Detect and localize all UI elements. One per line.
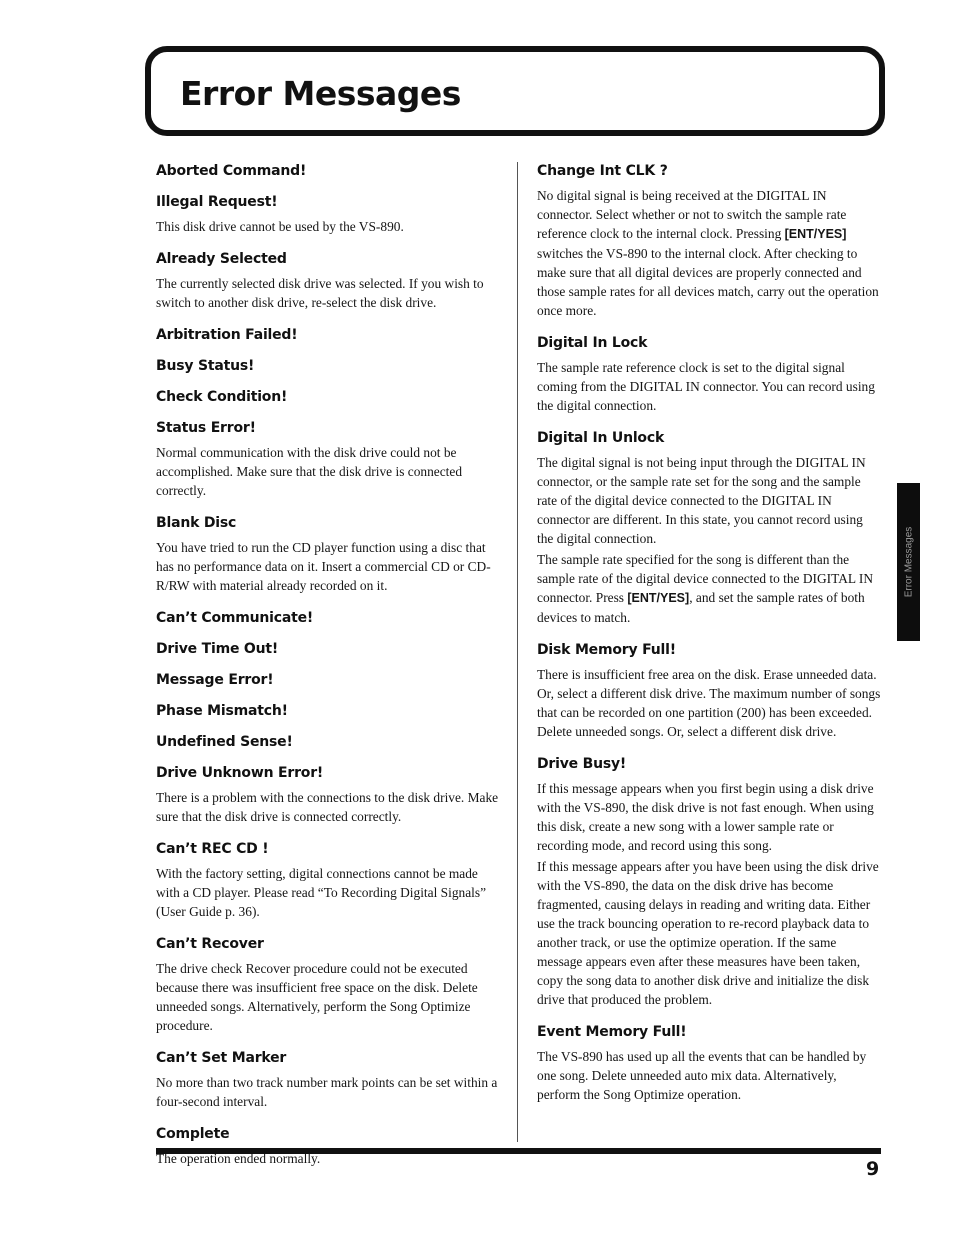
error-entry: Can’t Communicate! Drive Time Out! Message… [156, 605, 501, 826]
error-heading: Digital In Unlock [537, 430, 665, 446]
error-description: There is insufficient free area on the d… [537, 665, 882, 741]
error-entry: Can’t Set Marker No more than two track n… [156, 1045, 501, 1111]
left-column: Aborted Command! Illegal Request! This dis… [156, 158, 501, 1178]
error-entry: Can’t REC CD ! With the factory setting, … [156, 836, 501, 921]
error-description: The currently selected disk drive was se… [156, 276, 484, 310]
description-text: There is insufficient free area on the d… [537, 667, 881, 739]
footer-rule [156, 1148, 881, 1154]
error-description: With the factory setting, digital connec… [156, 866, 487, 919]
error-description: Normal communication with the disk drive… [156, 445, 463, 498]
error-entry: Drive Busy! If this message appears when … [537, 751, 882, 1009]
description-text: The sample rate reference clock is set t… [537, 360, 875, 413]
description-text: The VS-890 has used up all the events th… [537, 1049, 867, 1102]
error-heading: Status Error! [156, 420, 256, 436]
error-description: If this message appears after you have b… [537, 857, 882, 1009]
error-description: The VS-890 has used up all the events th… [537, 1047, 882, 1104]
error-entry: Complete The operation ended normally. [156, 1121, 501, 1168]
error-heading: Digital In Lock [537, 335, 648, 351]
error-heading: Check Condition! [156, 389, 288, 405]
error-entry: Digital In Unlock The digital signal is n… [537, 425, 882, 627]
error-entry: Blank Disc You have tried to run the CD p… [156, 510, 501, 595]
error-entry: Can’t Recover The drive check Recover pro… [156, 931, 501, 1035]
description-text: switches the VS-890 to the internal cloc… [537, 246, 879, 318]
error-heading: Illegal Request! [156, 194, 278, 210]
error-entry: Arbitration Failed! Busy Status! Check Con… [156, 322, 501, 500]
error-heading: Event Memory Full! [537, 1024, 687, 1040]
error-heading: Drive Unknown Error! [156, 765, 324, 781]
error-heading: Message Error! [156, 672, 274, 688]
error-entry: Aborted Command! Illegal Request! This dis… [156, 158, 501, 236]
right-column: Change Int CLK ? No digital signal is bei… [537, 158, 882, 1114]
description-text: The digital signal is not being input th… [537, 455, 866, 546]
error-heading: Can’t Recover [156, 936, 264, 952]
error-description: The drive check Recover procedure could … [156, 961, 478, 1033]
page-title: Error Messages [180, 74, 461, 113]
error-heading: Disk Memory Full! [537, 642, 676, 658]
error-description: No more than two track number mark point… [156, 1075, 498, 1109]
error-description: The digital signal is not being input th… [537, 453, 882, 548]
error-heading: Undefined Sense! [156, 734, 293, 750]
error-entry: Event Memory Full! The VS-890 has used up… [537, 1019, 882, 1104]
error-description: There is a problem with the connections … [156, 790, 499, 824]
error-heading: Can’t REC CD ! [156, 841, 269, 857]
error-description: The sample rate specified for the song i… [537, 550, 882, 627]
error-entry: Change Int CLK ? No digital signal is bei… [537, 158, 882, 320]
side-tab-label: Error Messages [903, 526, 914, 598]
column-divider [517, 162, 518, 1142]
section-side-tab: Error Messages [897, 483, 920, 641]
error-entry: Disk Memory Full! There is insufficient f… [537, 637, 882, 741]
error-heading: Busy Status! [156, 358, 255, 374]
error-entry: Digital In Lock The sample rate reference… [537, 330, 882, 415]
error-heading: Drive Busy! [537, 756, 627, 772]
error-description: This disk drive cannot be used by the VS… [156, 219, 404, 234]
button-reference: [ENT/YES] [627, 591, 690, 605]
error-heading: Already Selected [156, 251, 287, 267]
error-heading: Can’t Communicate! [156, 610, 314, 626]
error-heading: Change Int CLK ? [537, 163, 668, 179]
description-text: If this message appears when you first b… [537, 781, 874, 853]
error-description: No digital signal is being received at t… [537, 186, 882, 320]
error-heading: Can’t Set Marker [156, 1050, 287, 1066]
error-description: You have tried to run the CD player func… [156, 540, 491, 593]
error-heading: Phase Mismatch! [156, 703, 288, 719]
error-entry: Already Selected The currently selected d… [156, 246, 501, 312]
error-description: The sample rate reference clock is set t… [537, 358, 882, 415]
error-heading: Blank Disc [156, 515, 237, 531]
error-heading: Aborted Command! [156, 163, 307, 179]
description-text: If this message appears after you have b… [537, 859, 879, 1007]
button-reference: [ENT/YES] [784, 227, 847, 241]
error-heading: Arbitration Failed! [156, 327, 298, 343]
error-heading: Complete [156, 1126, 230, 1142]
page-number: 9 [866, 1158, 880, 1180]
error-heading: Drive Time Out! [156, 641, 279, 657]
error-description: If this message appears when you first b… [537, 779, 882, 855]
